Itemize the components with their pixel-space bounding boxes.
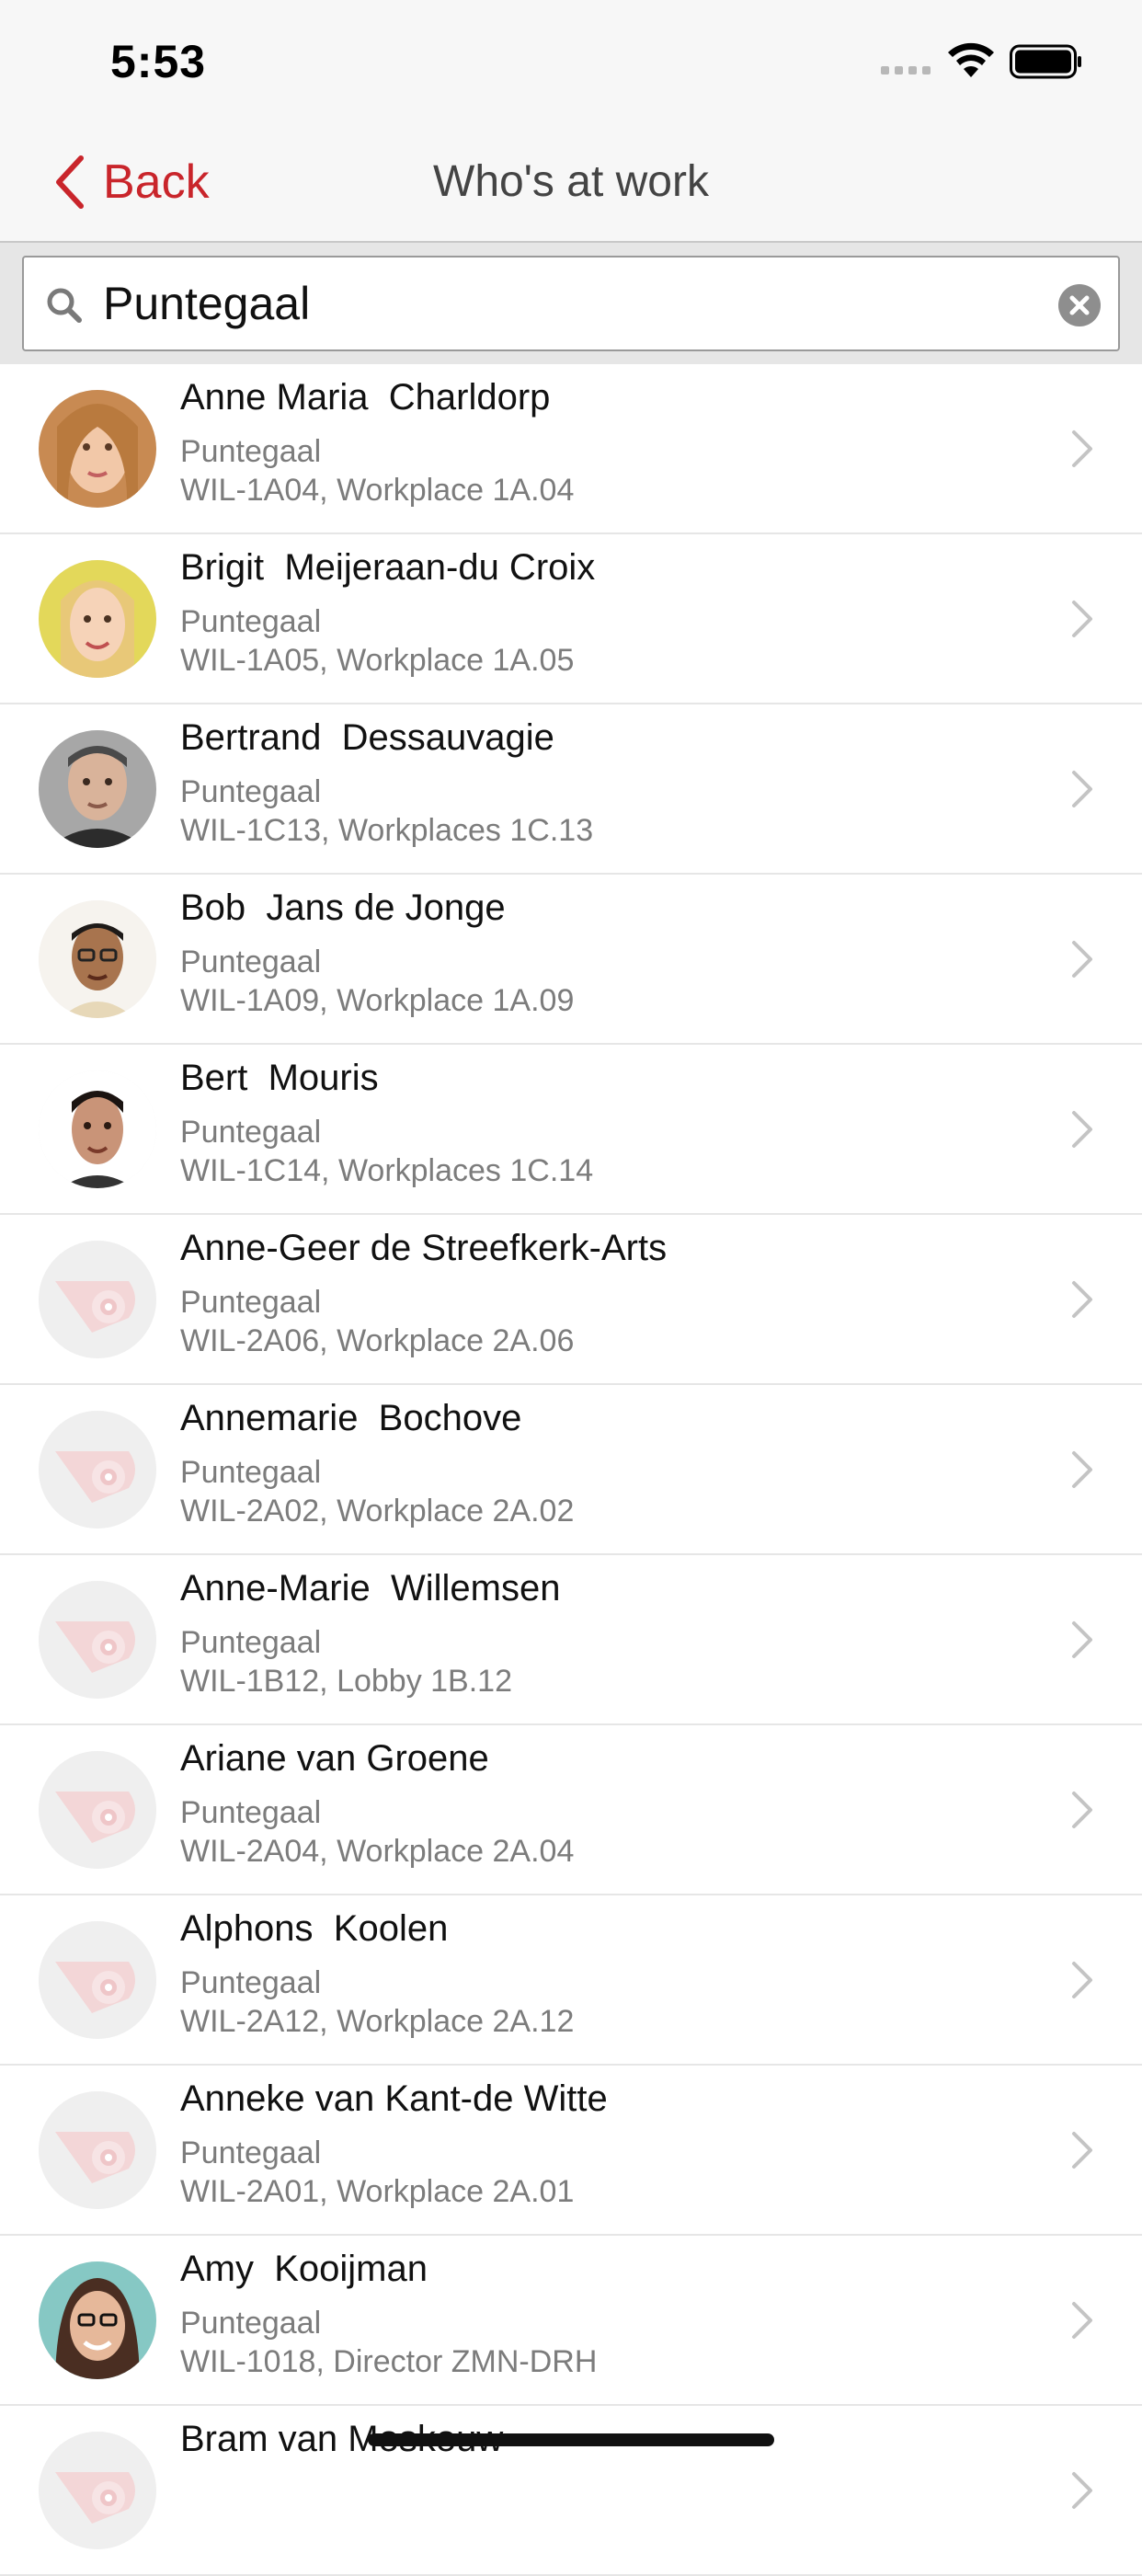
- person-department: Puntegaal: [180, 1625, 322, 1660]
- person-department: Puntegaal: [180, 604, 322, 639]
- chevron-right-icon: [1072, 2472, 1092, 2509]
- wifi-icon: [948, 42, 994, 77]
- avatar-placeholder-icon: [39, 1921, 156, 2039]
- battery-icon: [1010, 44, 1081, 79]
- person-row[interactable]: Bert Mouris Puntegaal WIL-1C14, Workplaces…: [0, 1045, 1142, 1215]
- person-department: Puntegaal: [180, 774, 322, 809]
- status-bar: 5:53: [0, 0, 1142, 120]
- person-name: Amy Kooijman: [180, 2249, 428, 2289]
- person-department: Puntegaal: [180, 2135, 322, 2170]
- person-name: Alphons Koolen: [180, 1908, 449, 1949]
- person-department: Puntegaal: [180, 1285, 322, 1320]
- navigation-bar: Back Who's at work: [0, 120, 1142, 243]
- person-location: WIL-1A04, Workplace 1A.04: [180, 473, 575, 508]
- person-location: WIL-1A09, Workplace 1A.09: [180, 983, 575, 1018]
- person-name: Bertrand Dessauvagie: [180, 717, 554, 758]
- person-location: WIL-1B12, Lobby 1B.12: [180, 1664, 513, 1699]
- avatar-placeholder-icon: [39, 1411, 156, 1528]
- clear-search-icon[interactable]: [1057, 283, 1102, 327]
- chevron-right-icon: [1072, 1451, 1092, 1488]
- avatar: [39, 730, 156, 848]
- person-location: WIL-1C14, Workplaces 1C.14: [180, 1153, 594, 1188]
- person-name: Anne Maria Charldorp: [180, 377, 551, 418]
- person-row[interactable]: Alphons Koolen Puntegaal WIL-2A12, Workpla…: [0, 1895, 1142, 2066]
- person-row[interactable]: Anne-Marie Willemsen Puntegaal WIL-1B12, L…: [0, 1555, 1142, 1725]
- cellular-signal-icon: [881, 66, 931, 74]
- avatar-placeholder-icon: [39, 1581, 156, 1699]
- avatar: [39, 2261, 156, 2379]
- avatar-placeholder-icon: [39, 1241, 156, 1358]
- people-list: Anne Maria Charldorp Puntegaal WIL-1A04, W…: [0, 364, 1142, 2576]
- person-location: WIL-2A12, Workplace 2A.12: [180, 2004, 575, 2039]
- person-name: Anne-Marie Willemsen: [180, 1568, 561, 1609]
- person-name: Brigit Meijeraan-du Croix: [180, 547, 596, 588]
- person-location: WIL-2A04, Workplace 2A.04: [180, 1834, 575, 1869]
- person-location: WIL-1018, Director ZMN-DRH: [180, 2344, 598, 2379]
- person-name: Anneke van Kant-de Witte: [180, 2078, 608, 2119]
- chevron-right-icon: [1072, 2132, 1092, 2169]
- person-row[interactable]: Anneke van Kant-de Witte Puntegaal WIL-2A0…: [0, 2066, 1142, 2236]
- avatar: [39, 560, 156, 678]
- avatar: [39, 1070, 156, 1188]
- chevron-right-icon: [1072, 1281, 1092, 1318]
- status-time: 5:53: [110, 36, 207, 87]
- person-row[interactable]: Bram van Moskouw: [0, 2406, 1142, 2576]
- person-name: Anne-Geer de Streefkerk-Arts: [180, 1228, 668, 1268]
- person-row[interactable]: Brigit Meijeraan-du Croix Puntegaal WIL-1A…: [0, 534, 1142, 704]
- person-name: Bert Mouris: [180, 1058, 379, 1098]
- person-department: Puntegaal: [180, 1455, 322, 1490]
- person-row[interactable]: Bertrand Dessauvagie Puntegaal WIL-1C13, W…: [0, 704, 1142, 875]
- person-row[interactable]: Ariane van Groene Puntegaal WIL-2A04, Work…: [0, 1725, 1142, 1895]
- chevron-right-icon: [1072, 1621, 1092, 1658]
- person-department: Puntegaal: [180, 2306, 322, 2341]
- person-name: Bob Jans de Jonge: [180, 887, 506, 928]
- avatar-placeholder-icon: [39, 2432, 156, 2549]
- chevron-right-icon: [1072, 771, 1092, 807]
- person-location: WIL-2A02, Workplace 2A.02: [180, 1494, 575, 1528]
- person-row[interactable]: Anne-Geer de Streefkerk-Arts Puntegaal WIL…: [0, 1215, 1142, 1385]
- chevron-right-icon: [1072, 430, 1092, 467]
- search-field: [22, 256, 1120, 351]
- search-icon: [47, 288, 82, 323]
- avatar-placeholder-icon: [39, 1751, 156, 1869]
- person-row[interactable]: Anne Maria Charldorp Puntegaal WIL-1A04, W…: [0, 364, 1142, 534]
- person-row[interactable]: Annemarie Bochove Puntegaal WIL-2A02, Work…: [0, 1385, 1142, 1555]
- chevron-right-icon: [1072, 601, 1092, 637]
- person-location: WIL-1A05, Workplace 1A.05: [180, 643, 575, 678]
- page-title: Who's at work: [433, 157, 709, 206]
- search-bar: [0, 243, 1142, 364]
- person-department: Puntegaal: [180, 945, 322, 979]
- person-department: Puntegaal: [180, 1115, 322, 1150]
- person-row[interactable]: Amy Kooijman Puntegaal WIL-1018, Director …: [0, 2236, 1142, 2406]
- person-department: Puntegaal: [180, 434, 322, 469]
- chevron-right-icon: [1072, 1962, 1092, 1998]
- person-department: Puntegaal: [180, 1795, 322, 1830]
- chevron-right-icon: [1072, 941, 1092, 978]
- person-row[interactable]: Bob Jans de Jonge Puntegaal WIL-1A09, Work…: [0, 875, 1142, 1045]
- chevron-right-icon: [1072, 2302, 1092, 2339]
- person-location: WIL-2A06, Workplace 2A.06: [180, 1323, 575, 1358]
- person-department: Puntegaal: [180, 1965, 322, 2000]
- person-name: Ariane van Groene: [180, 1738, 489, 1779]
- avatar: [39, 390, 156, 508]
- chevron-right-icon: [1072, 1792, 1092, 1828]
- person-name: Annemarie Bochove: [180, 1398, 522, 1438]
- search-input[interactable]: [103, 258, 1022, 349]
- person-location: WIL-1C13, Workplaces 1C.13: [180, 813, 594, 848]
- avatar: [39, 900, 156, 1018]
- avatar-placeholder-icon: [39, 2091, 156, 2209]
- chevron-right-icon: [1072, 1111, 1092, 1148]
- home-indicator: [368, 2433, 774, 2446]
- person-location: WIL-2A01, Workplace 2A.01: [180, 2174, 575, 2209]
